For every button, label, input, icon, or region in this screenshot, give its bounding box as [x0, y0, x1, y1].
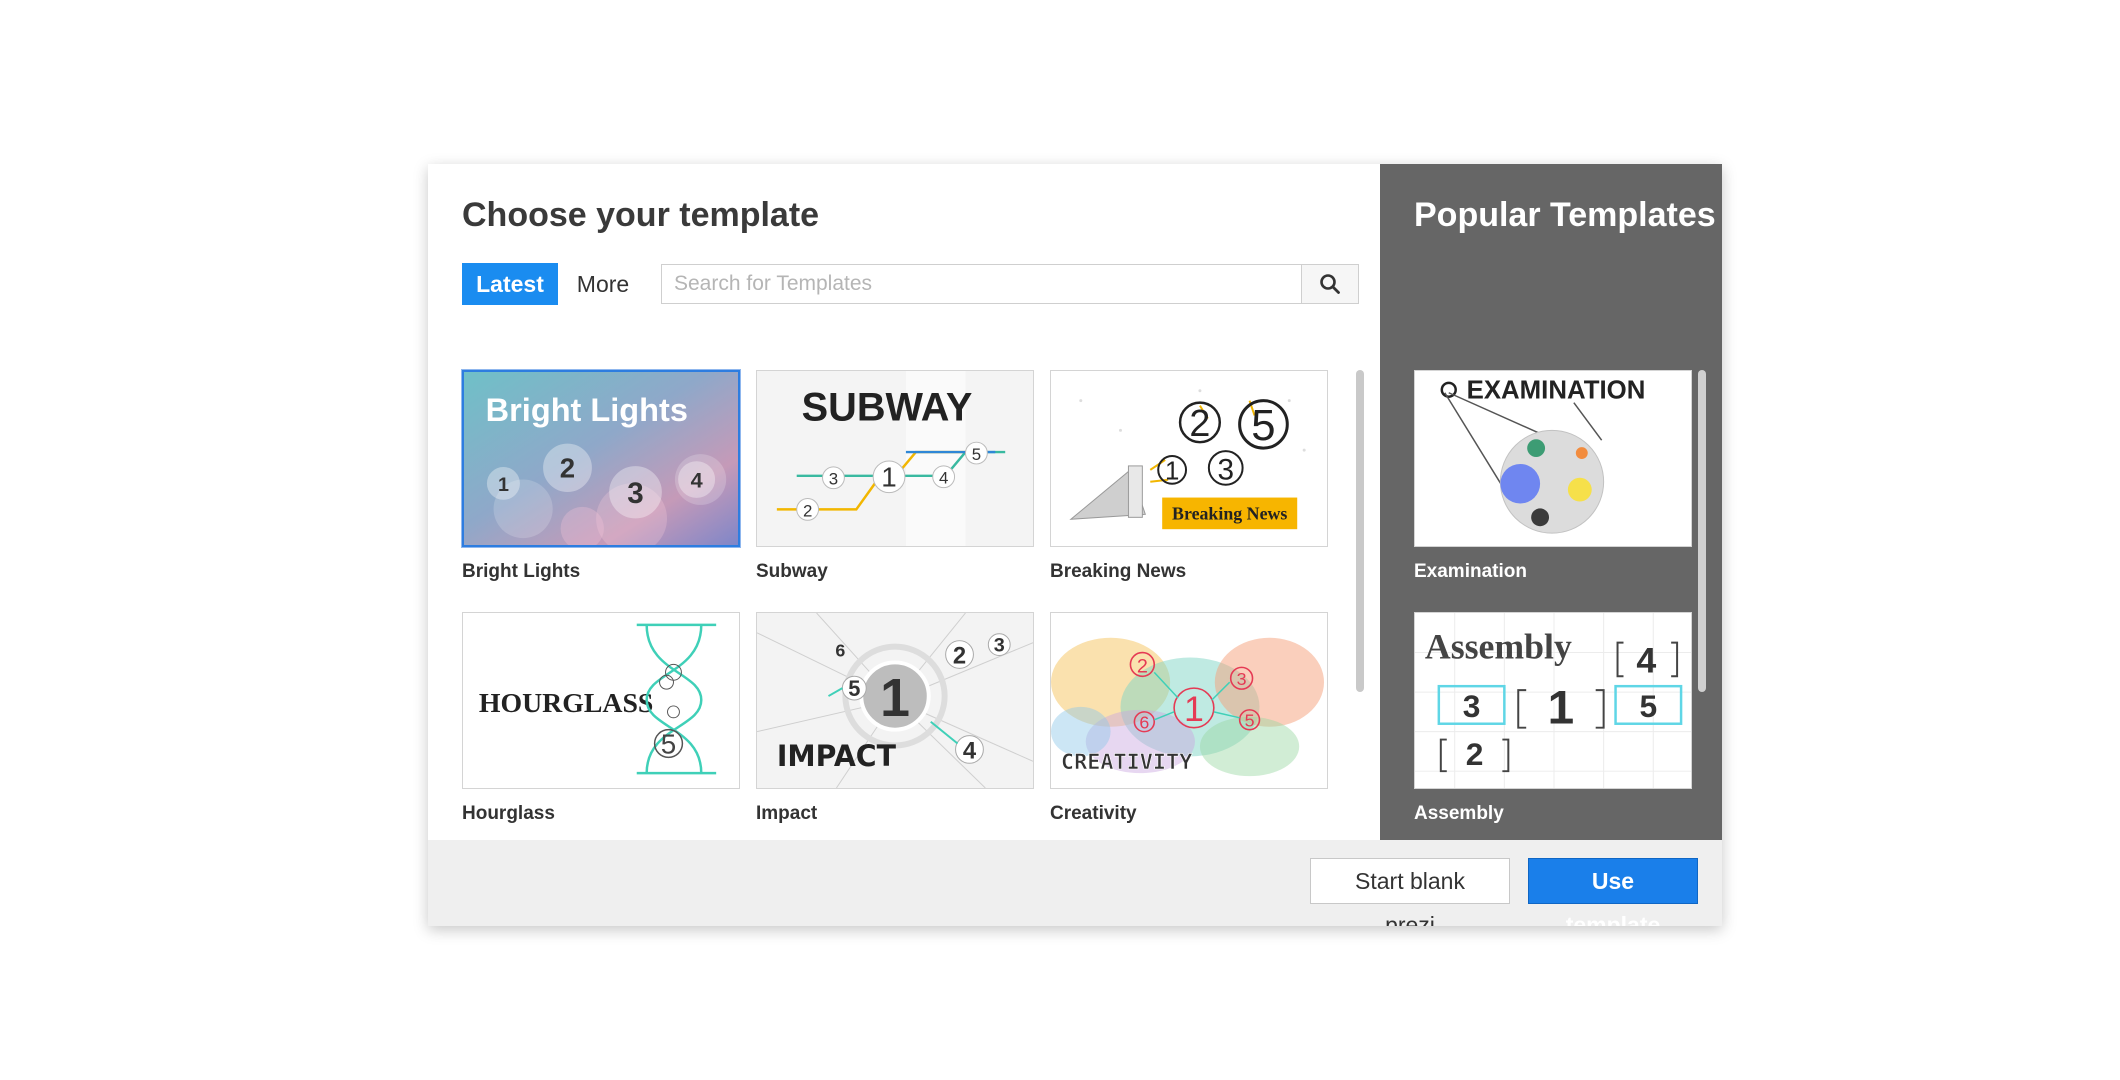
- creativity-num: 5: [1245, 711, 1255, 731]
- hourglass-title-text: HOURGLASS: [479, 688, 654, 719]
- subway-num: 4: [939, 469, 948, 488]
- template-thumbnail[interactable]: HOURGLASS 5: [462, 612, 740, 789]
- template-label: Assembly: [1414, 803, 1504, 824]
- template-thumbnail[interactable]: 1 6 2 3 5 4 IMPACT: [756, 612, 1034, 789]
- tab-latest[interactable]: Latest: [462, 263, 558, 305]
- assembly-num: 4: [1636, 640, 1656, 680]
- hourglass-thumbnail-image: HOURGLASS 5: [463, 613, 739, 788]
- template-thumbnail[interactable]: SUBWAY 3 1 4 5 2: [756, 370, 1034, 547]
- template-label: Examination: [1414, 561, 1527, 582]
- breaking-num: 3: [1217, 454, 1234, 487]
- impact-num: 6: [835, 641, 845, 661]
- template-thumbnail[interactable]: Bright Lights 1 2 3 4: [462, 370, 740, 547]
- creativity-num: 3: [1237, 669, 1247, 689]
- template-label: Creativity: [1050, 803, 1137, 824]
- popular-templates-pane: Popular Templates EXAMINATION Examinatio…: [1380, 164, 1722, 840]
- creativity-thumbnail-image: 2 3 1 6 5 CREATIVITY: [1051, 613, 1327, 788]
- popular-templates-title: Popular Templates: [1414, 196, 1716, 234]
- subway-num: 5: [972, 445, 981, 464]
- breaking-num: 2: [1189, 402, 1210, 444]
- breaking-news-thumbnail-image: 2 5 1 3 Breaking News: [1051, 371, 1327, 546]
- assembly-title-text: Assembly: [1425, 627, 1572, 667]
- search-input[interactable]: [661, 264, 1301, 304]
- subway-thumbnail-image: SUBWAY 3 1 4 5 2: [757, 371, 1033, 546]
- subway-num: 2: [803, 501, 812, 520]
- bright-lights-title-text: Bright Lights: [486, 392, 688, 428]
- subway-title-text: SUBWAY: [802, 386, 973, 430]
- tab-more[interactable]: More: [570, 263, 636, 305]
- template-label: Hourglass: [462, 803, 555, 824]
- use-template-button[interactable]: Use template: [1528, 858, 1698, 926]
- template-thumbnail[interactable]: Assembly 4 3 1 5 2: [1414, 612, 1692, 789]
- start-blank-prezi-button[interactable]: Start blank prezi: [1310, 858, 1510, 926]
- impact-title-text: IMPACT: [777, 739, 897, 774]
- template-card-assembly[interactable]: Assembly 4 3 1 5 2 Assembly: [1414, 612, 1692, 825]
- template-card-bright-lights[interactable]: Bright Lights 1 2 3 4 Bright Lights: [462, 370, 740, 583]
- popular-scrollbar[interactable]: [1698, 370, 1706, 692]
- impact-num: 1: [880, 669, 910, 728]
- template-thumbnail[interactable]: 2 3 1 6 5 CREATIVITY: [1050, 612, 1328, 789]
- breaking-news-banner-text: Breaking News: [1172, 503, 1287, 523]
- template-picker-pane: Choose your template Latest More Search …: [428, 164, 1380, 840]
- bright-lights-num: 3: [627, 477, 643, 510]
- assembly-num: 2: [1466, 736, 1484, 772]
- template-card-breaking-news[interactable]: 2 5 1 3 Breaking News Breaking News: [1050, 370, 1328, 583]
- creativity-title-text: CREATIVITY: [1061, 750, 1193, 775]
- creativity-num: 1: [1184, 689, 1204, 729]
- dialog-title: Choose your template: [462, 196, 820, 234]
- bright-lights-thumbnail-image: Bright Lights 1 2 3 4: [464, 372, 738, 545]
- assembly-num: 3: [1463, 688, 1481, 724]
- examination-thumbnail-image: EXAMINATION: [1415, 371, 1691, 546]
- template-label: Breaking News: [1050, 561, 1187, 582]
- dialog-footer: Start blank prezi Use template: [428, 840, 1722, 926]
- template-label: Bright Lights: [462, 561, 581, 582]
- impact-num: 2: [953, 642, 966, 669]
- breaking-num: 1: [1165, 458, 1179, 486]
- subway-num: 3: [829, 470, 838, 489]
- creativity-num: 2: [1137, 655, 1148, 677]
- template-thumbnail[interactable]: 2 5 1 3 Breaking News: [1050, 370, 1328, 547]
- impact-num: 4: [963, 737, 977, 764]
- template-thumbnail[interactable]: EXAMINATION: [1414, 370, 1692, 547]
- impact-thumbnail-image: 1 6 2 3 5 4 IMPACT: [757, 613, 1033, 788]
- template-dialog: Choose your template Latest More Search …: [428, 164, 1722, 926]
- assembly-num: 1: [1548, 682, 1575, 735]
- bright-lights-num: 4: [691, 467, 703, 492]
- assembly-thumbnail-image: Assembly 4 3 1 5 2: [1415, 613, 1691, 788]
- template-card-hourglass[interactable]: HOURGLASS 5 Hourglass: [462, 612, 740, 825]
- templates-scrollbar[interactable]: [1356, 370, 1364, 692]
- template-card-creativity[interactable]: 2 3 1 6 5 CREATIVITY Creativity: [1050, 612, 1328, 825]
- creativity-num: 6: [1139, 713, 1149, 733]
- template-label: Impact: [756, 803, 818, 824]
- impact-num: 5: [848, 676, 860, 701]
- template-card-subway[interactable]: SUBWAY 3 1 4 5 2 Subway: [756, 370, 1034, 583]
- template-label: Subway: [756, 561, 828, 582]
- search-icon: [1320, 274, 1340, 294]
- assembly-num: 5: [1639, 688, 1657, 724]
- template-card-examination[interactable]: EXAMINATION Examination: [1414, 370, 1692, 583]
- bright-lights-num: 2: [560, 453, 575, 484]
- template-card-impact[interactable]: 1 6 2 3 5 4 IMPACT Impact: [756, 612, 1034, 825]
- search-button[interactable]: [1301, 264, 1359, 304]
- impact-num: 3: [994, 635, 1005, 657]
- bright-lights-num: 1: [498, 474, 509, 496]
- examination-title-text: EXAMINATION: [1467, 377, 1646, 405]
- subway-num: 1: [881, 462, 896, 493]
- hourglass-num: 5: [661, 728, 676, 759]
- breaking-num: 5: [1251, 402, 1275, 450]
